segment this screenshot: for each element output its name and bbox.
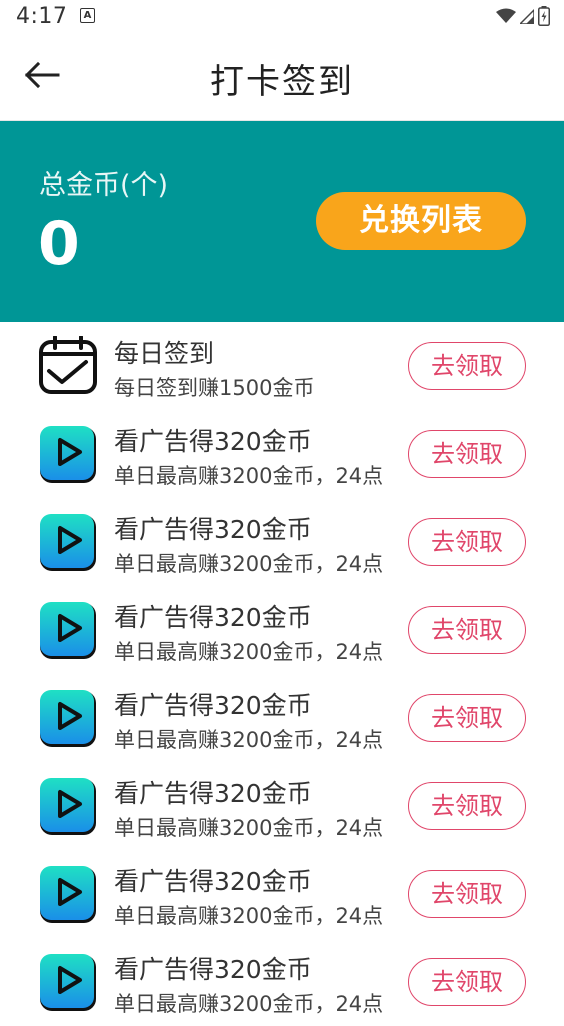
task-desc: 单日最高赚3200金币，24点 <box>114 464 384 488</box>
task-row-watch-ad: 看广告得320金币 单日最高赚3200金币，24点 去领取 <box>0 850 564 938</box>
task-title: 看广告得320金币 <box>114 867 312 896</box>
task-desc: 每日签到赚1500金币 <box>114 376 315 400</box>
claim-button[interactable]: 去领取 <box>408 430 526 478</box>
wifi-icon <box>496 8 516 23</box>
claim-button[interactable]: 去领取 <box>408 958 526 1006</box>
play-video-icon <box>40 690 96 747</box>
task-title: 每日签到 <box>114 339 215 368</box>
page-title: 打卡签到 <box>210 62 354 102</box>
signal-icon <box>520 8 534 24</box>
play-video-icon <box>40 954 96 1011</box>
claim-button[interactable]: 去领取 <box>408 342 526 390</box>
task-title: 看广告得320金币 <box>114 603 312 632</box>
task-desc: 单日最高赚3200金币，24点 <box>114 904 384 928</box>
play-video-icon <box>40 778 96 835</box>
exchange-list-button[interactable]: 兑换列表 <box>316 192 526 250</box>
task-row-watch-ad: 看广告得320金币 单日最高赚3200金币，24点 去领取 <box>0 498 564 586</box>
battery-icon <box>538 6 550 26</box>
claim-button[interactable]: 去领取 <box>408 606 526 654</box>
play-video-icon <box>40 602 96 659</box>
play-video-icon <box>40 426 96 483</box>
task-title: 看广告得320金币 <box>114 427 312 456</box>
status-time: 4:17 <box>16 4 68 29</box>
task-title: 看广告得320金币 <box>114 691 312 720</box>
task-desc: 单日最高赚3200金币，24点 <box>114 640 384 664</box>
task-desc: 单日最高赚3200金币，24点 <box>114 552 384 576</box>
task-title: 看广告得320金币 <box>114 515 312 544</box>
task-title: 看广告得320金币 <box>114 779 312 808</box>
play-video-icon <box>40 866 96 923</box>
coin-banner: 总金币(个) 0 兑换列表 <box>0 121 564 322</box>
task-desc: 单日最高赚3200金币，24点 <box>114 816 384 840</box>
status-bar: 4:17 A <box>0 0 564 34</box>
total-coins-value: 0 <box>38 209 80 279</box>
play-video-icon <box>40 514 96 571</box>
total-coins-label: 总金币(个) <box>39 170 169 201</box>
task-title: 看广告得320金币 <box>114 955 312 984</box>
task-desc: 单日最高赚3200金币，24点 <box>114 992 384 1016</box>
task-row-watch-ad: 看广告得320金币 单日最高赚3200金币，24点 去领取 <box>0 762 564 850</box>
task-row-daily-checkin: 每日签到 每日签到赚1500金币 去领取 <box>0 322 564 410</box>
task-row-watch-ad: 看广告得320金币 单日最高赚3200金币，24点 去领取 <box>0 586 564 674</box>
task-row-watch-ad: 看广告得320金币 单日最高赚3200金币，24点 去领取 <box>0 938 564 1026</box>
task-row-watch-ad: 看广告得320金币 单日最高赚3200金币，24点 去领取 <box>0 674 564 762</box>
claim-button[interactable]: 去领取 <box>408 694 526 742</box>
header: 打卡签到 <box>0 34 564 121</box>
calendar-check-icon <box>39 336 97 394</box>
claim-button[interactable]: 去领取 <box>408 518 526 566</box>
task-row-watch-ad: 看广告得320金币 单日最高赚3200金币，24点 去领取 <box>0 410 564 498</box>
task-desc: 单日最高赚3200金币，24点 <box>114 728 384 752</box>
notification-icon: A <box>80 8 95 23</box>
status-icons <box>496 6 550 26</box>
claim-button[interactable]: 去领取 <box>408 870 526 918</box>
claim-button[interactable]: 去领取 <box>408 782 526 830</box>
